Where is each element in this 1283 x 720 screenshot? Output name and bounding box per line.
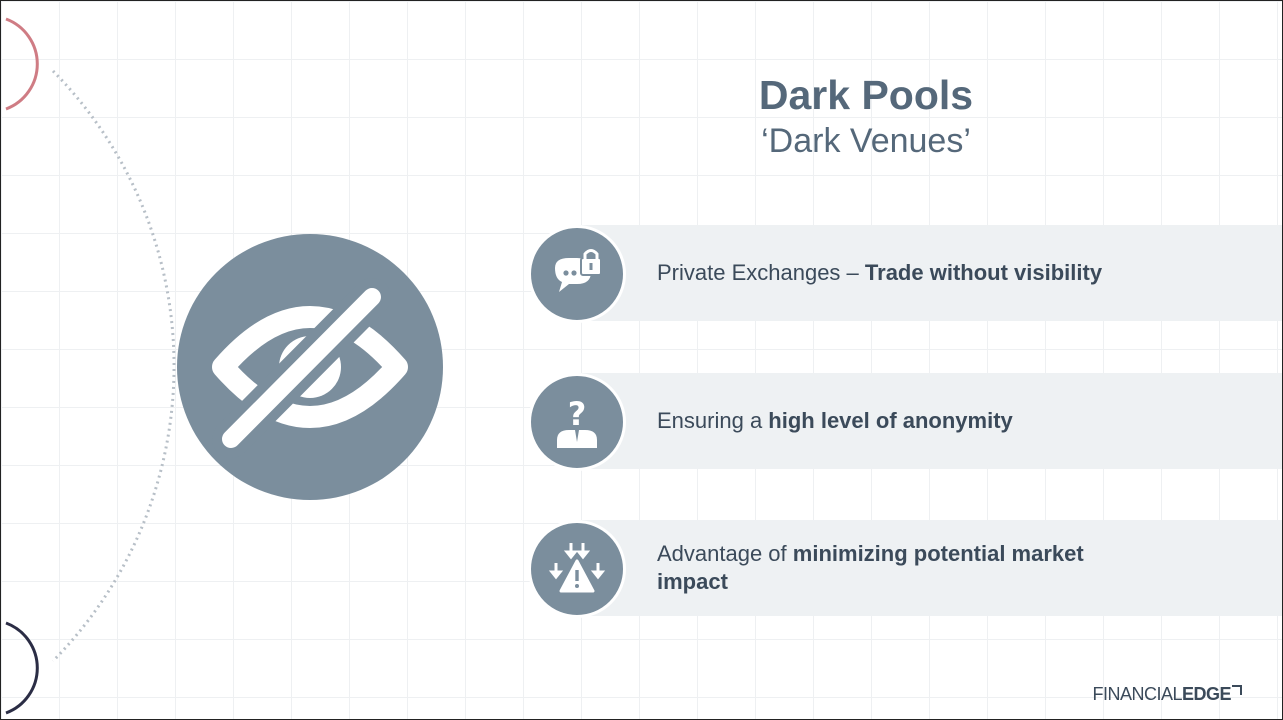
title-block: Dark Pools ‘Dark Venues’ [641,69,1091,161]
slide-title: Dark Pools [758,72,974,118]
top-arc [5,17,39,111]
point-market-impact: Advantage of minimizing potential market… [528,520,1282,618]
anonymous-person-icon: ? [528,373,626,471]
market-impact-warning-icon [528,520,626,618]
bottom-arc [5,621,39,715]
point-text: Private Exchanges – Trade without visibi… [657,260,1103,285]
financial-edge-logo: FINANCIALEDGE [1092,684,1242,705]
point-anonymity: ? Ensuring a high level of anonymity [528,373,1282,471]
point-private-exchanges: Private Exchanges – Trade without visibi… [528,225,1282,323]
eye-slash-icon [177,234,443,500]
chat-lock-icon [528,225,626,323]
dotted-arc [51,69,176,663]
slide-subtitle: ‘Dark Venues’ [761,122,971,160]
svg-text:?: ? [568,395,587,433]
point-text: Ensuring a high level of anonymity [657,408,1013,433]
logo-corner-mark [1232,685,1242,695]
point-text: Advantage of minimizing potential market… [657,541,1084,594]
slide: Dark Pools ‘Dark Venues’ Private Exchang… [0,0,1283,720]
